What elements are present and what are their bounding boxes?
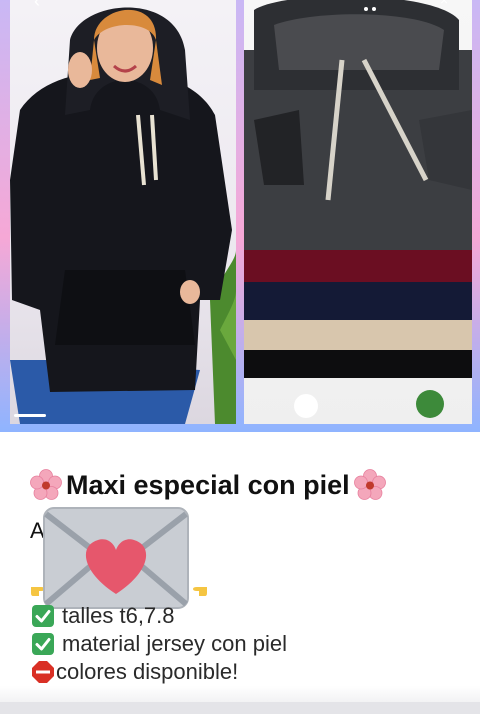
stop-sign-icon <box>32 661 54 683</box>
backhand-index-pointing-right-icon <box>193 587 207 596</box>
hoodie-stack-photo <box>244 0 472 424</box>
post-title: Maxi especial con piel <box>66 469 350 500</box>
product-photo-collage[interactable]: ‹ × <box>0 0 480 432</box>
cherry-blossom-icon <box>353 469 386 500</box>
back-arrow-icon[interactable]: ‹ <box>34 0 48 10</box>
list-item-text: material jersey con piel <box>62 631 287 656</box>
more-options-icon[interactable] <box>364 0 386 11</box>
list-item: material jersey con piel <box>30 630 460 658</box>
cherry-blossom-icon <box>30 469 62 500</box>
close-icon[interactable]: × <box>440 0 452 7</box>
post-title-row: Maxi especial con piel <box>30 462 460 508</box>
check-box-icon <box>32 605 54 627</box>
hoodie-stack-illustration <box>244 0 472 418</box>
list-item-text: colores disponible! <box>56 659 239 684</box>
bottom-bar <box>0 702 480 714</box>
model-illustration <box>10 7 236 424</box>
list-item: colores disponible! <box>30 658 460 686</box>
list-item-text: talles t6,7.8 <box>62 603 175 628</box>
model-photo <box>10 0 236 424</box>
love-letter-icon <box>43 507 189 609</box>
check-box-icon <box>32 633 54 655</box>
list-item: talles t6,7.8 <box>30 602 460 630</box>
post-details-list: talles t6,7.8 material jersey con piel c… <box>30 602 460 686</box>
post-caption: Maxi especial con piel A talles t6,7.8 m… <box>30 462 460 684</box>
photo-progress-indicator <box>14 414 46 417</box>
